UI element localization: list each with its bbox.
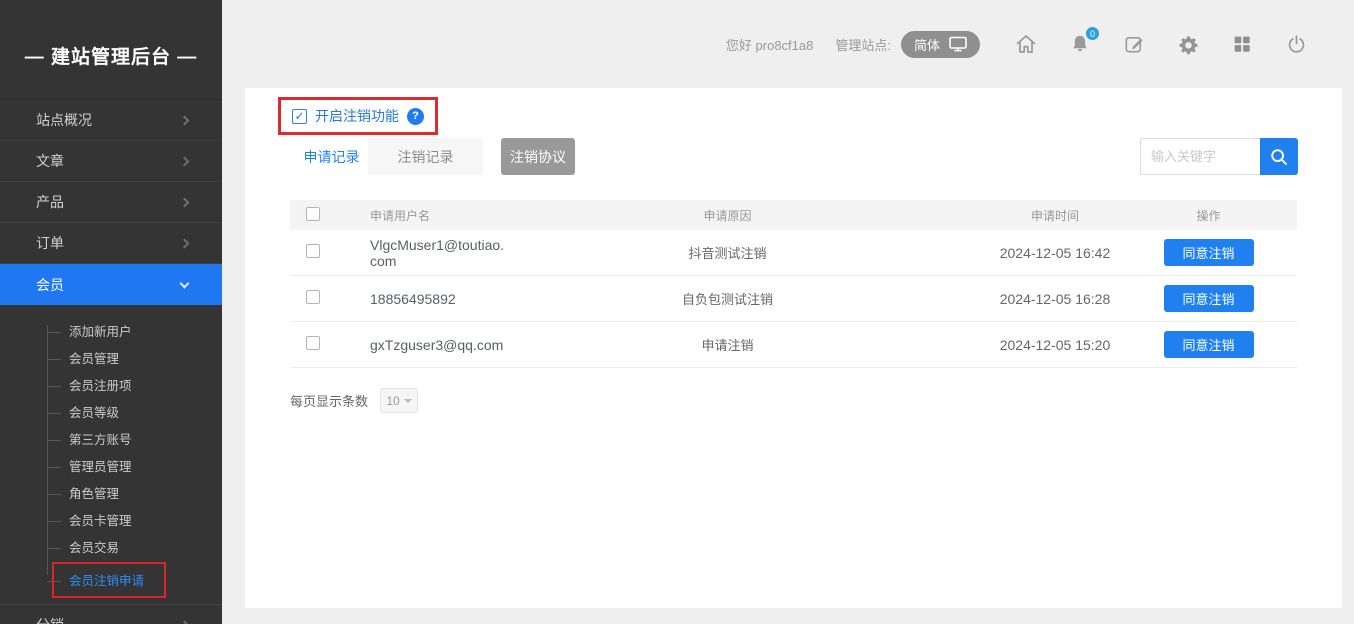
search-icon — [1269, 147, 1289, 167]
search-bar — [1140, 138, 1298, 175]
chevron-right-icon — [180, 115, 190, 125]
row-checkbox[interactable] — [306, 336, 320, 350]
edit-icon — [1123, 33, 1146, 56]
table-row: VlgcMuser1@toutiao.com 抖音测试注销 2024-12-05… — [290, 230, 1297, 276]
sidebar-item-label: 订单 — [36, 233, 64, 253]
reason-cell: 申请注销 — [620, 335, 880, 354]
sidebar-item-orders[interactable]: 订单 — [0, 223, 222, 264]
main-content-card: ✓ 开启注销功能 ? 申请记录 注销记录 注销协议 申请用户名 申请原因 申请时… — [245, 88, 1342, 608]
tab-cancellation-agreement[interactable]: 注销协议 — [501, 138, 575, 175]
chevron-right-icon — [180, 238, 190, 248]
sidebar-nav: 站点概况 文章 产品 订单 会员 添加新用户 会员管理 会员注册项 会员等级 第… — [0, 100, 222, 601]
sidebar-item-members[interactable]: 会员 — [0, 264, 222, 305]
language-label: 简体 — [914, 35, 940, 54]
pagination-bar: 每页显示条数 10 — [290, 388, 418, 413]
language-switch-pill[interactable]: 简体 — [901, 31, 980, 58]
topbar: 您好 pro8cf1a8 管理站点: 简体 0 — [222, 0, 1354, 88]
enable-cancellation-label: 开启注销功能 — [315, 106, 399, 126]
username-cell: gxTzguser3@qq.com — [370, 337, 503, 353]
notification-badge: 0 — [1085, 26, 1100, 41]
row-checkbox[interactable] — [306, 244, 320, 258]
manage-site-label: 管理站点: — [835, 35, 891, 54]
time-cell: 2024-12-05 15:20 — [880, 337, 1160, 353]
col-header-action: 操作 — [1160, 207, 1297, 224]
chevron-down-icon — [404, 399, 412, 403]
table-row: gxTzguser3@qq.com 申请注销 2024-12-05 15:20 … — [290, 322, 1297, 368]
help-icon[interactable]: ? — [407, 108, 424, 125]
grid-icon — [1231, 33, 1253, 55]
power-icon — [1285, 33, 1308, 56]
time-cell: 2024-12-05 16:42 — [880, 245, 1160, 261]
sidebar-item-articles[interactable]: 文章 — [0, 141, 222, 182]
home-icon — [1014, 32, 1038, 56]
username-cell: 18856495892 — [370, 291, 456, 307]
submenu-item-cancellation-requests[interactable]: 会员注销申请 — [0, 568, 222, 595]
submenu-item-label: 会员注销申请 — [69, 574, 144, 588]
home-button[interactable] — [1014, 32, 1038, 56]
agree-cancellation-button[interactable]: 同意注销 — [1164, 331, 1254, 358]
time-cell: 2024-12-05 16:28 — [880, 291, 1160, 307]
submenu-item-add-user[interactable]: 添加新用户 — [0, 319, 222, 346]
submenu-item-member-levels[interactable]: 会员等级 — [0, 400, 222, 427]
table-header-row: 申请用户名 申请原因 申请时间 操作 — [290, 200, 1297, 230]
reason-cell: 抖音测试注销 — [620, 243, 880, 262]
requests-table: 申请用户名 申请原因 申请时间 操作 VlgcMuser1@toutiao.co… — [290, 200, 1297, 368]
search-button[interactable] — [1260, 138, 1298, 175]
agree-cancellation-button[interactable]: 同意注销 — [1164, 239, 1254, 266]
submenu-item-member-transactions[interactable]: 会员交易 — [0, 535, 222, 562]
tab-application-records[interactable]: 申请记录 — [295, 138, 368, 175]
sidebar-item-label: 站点概况 — [36, 110, 92, 130]
sidebar-item-label: 文章 — [36, 151, 64, 171]
gear-icon — [1177, 33, 1200, 56]
sidebar-item-label: 分销 — [36, 615, 64, 624]
submenu-item-third-party-accounts[interactable]: 第三方账号 — [0, 427, 222, 454]
search-input[interactable] — [1140, 138, 1260, 175]
page-size-label: 每页显示条数 — [290, 391, 368, 410]
select-all-checkbox[interactable] — [306, 207, 320, 221]
members-submenu: 添加新用户 会员管理 会员注册项 会员等级 第三方账号 管理员管理 角色管理 会… — [0, 305, 222, 601]
submenu-item-admin-management[interactable]: 管理员管理 — [0, 454, 222, 481]
col-header-time: 申请时间 — [880, 207, 1160, 224]
row-checkbox[interactable] — [306, 290, 320, 304]
sidebar-item-site-overview[interactable]: 站点概况 — [0, 100, 222, 141]
settings-button[interactable] — [1176, 32, 1200, 56]
logout-button[interactable] — [1284, 32, 1308, 56]
sidebar-item-distribution[interactable]: 分销 — [0, 604, 222, 624]
sidebar-item-products[interactable]: 产品 — [0, 182, 222, 223]
reason-cell: 自负包测试注销 — [620, 289, 880, 308]
chevron-right-icon — [180, 620, 190, 624]
enable-cancellation-toggle-group: ✓ 开启注销功能 ? — [278, 97, 438, 135]
tab-cancellation-records[interactable]: 注销记录 — [368, 138, 483, 175]
col-header-username: 申请用户名 — [340, 207, 620, 224]
edit-button[interactable] — [1122, 32, 1146, 56]
agree-cancellation-button[interactable]: 同意注销 — [1164, 285, 1254, 312]
app-title: — 建站管理后台 — — [0, 0, 222, 100]
notifications-button[interactable]: 0 — [1068, 32, 1092, 56]
page-size-select[interactable]: 10 — [380, 388, 418, 413]
sidebar: — 建站管理后台 — 站点概况 文章 产品 订单 会员 添加新用户 会员管理 会… — [0, 0, 222, 624]
submenu-item-member-cards[interactable]: 会员卡管理 — [0, 508, 222, 535]
user-greeting: 您好 pro8cf1a8 — [726, 35, 813, 54]
tab-bar: 申请记录 注销记录 注销协议 — [295, 138, 575, 175]
col-header-reason: 申请原因 — [620, 207, 880, 224]
submenu-item-member-management[interactable]: 会员管理 — [0, 346, 222, 373]
submenu-item-role-management[interactable]: 角色管理 — [0, 481, 222, 508]
submenu-item-registration-fields[interactable]: 会员注册项 — [0, 373, 222, 400]
sidebar-item-label: 产品 — [36, 192, 64, 212]
table-row: 18856495892 自负包测试注销 2024-12-05 16:28 同意注… — [290, 276, 1297, 322]
username-cell: VlgcMuser1@toutiao.com — [370, 237, 510, 269]
sidebar-item-label: 会员 — [36, 275, 64, 295]
chevron-right-icon — [180, 197, 190, 207]
enable-cancellation-checkbox[interactable]: ✓ — [292, 109, 307, 124]
chevron-right-icon — [180, 156, 190, 166]
apps-button[interactable] — [1230, 32, 1254, 56]
monitor-icon — [949, 36, 967, 52]
chevron-down-icon — [180, 278, 190, 288]
page-size-value: 10 — [386, 394, 399, 408]
